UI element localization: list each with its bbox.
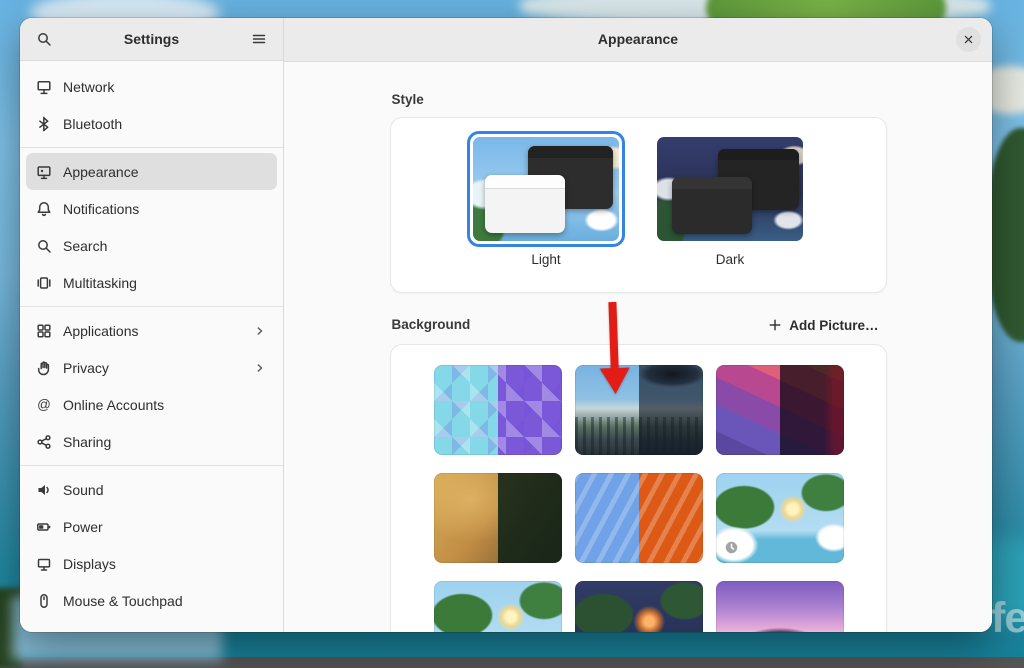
sidebar-item-label: Appearance: [63, 164, 267, 180]
main-pane: Appearance Style Light: [284, 18, 992, 632]
appearance-icon: [36, 164, 52, 180]
sidebar-item-applications[interactable]: Applications: [26, 312, 277, 349]
sidebar-item-privacy[interactable]: Privacy: [26, 349, 277, 386]
style-option-dark[interactable]: Dark: [651, 131, 809, 267]
add-picture-label: Add Picture…: [789, 318, 878, 333]
sidebar-item-label: Network: [63, 79, 267, 95]
sidebar-headerbar: Settings: [20, 18, 283, 61]
sidebar-item-label: Sound: [63, 482, 267, 498]
bluetooth-icon: [36, 116, 52, 132]
mouse-icon: [36, 593, 52, 609]
sidebar-item-label: Displays: [63, 556, 267, 572]
sidebar-item-network[interactable]: Network: [26, 68, 277, 105]
style-section-label: Style: [392, 92, 887, 108]
plus-icon: [768, 318, 782, 332]
multitasking-icon: [36, 275, 52, 291]
main-menu-button[interactable]: [243, 23, 275, 55]
sidebar-item-label: Multitasking: [63, 275, 267, 291]
sidebar-item-online-accounts[interactable]: @ Online Accounts: [26, 386, 277, 423]
sidebar-divider: [20, 147, 283, 148]
sidebar-item-sound[interactable]: Sound: [26, 471, 277, 508]
share-icon: [36, 434, 52, 450]
page-title: Appearance: [284, 18, 992, 61]
sidebar-item-appearance[interactable]: Appearance: [26, 153, 277, 190]
search-button[interactable]: [28, 23, 60, 55]
chevron-right-icon: [253, 324, 267, 338]
speaker-icon: [36, 482, 52, 498]
background-section-header: Background Add Picture…: [392, 315, 885, 335]
hand-icon: [36, 360, 52, 376]
wallpaper-watermark: fe: [991, 594, 1024, 643]
search-icon: [36, 238, 52, 254]
style-card: Light Dark: [390, 117, 887, 293]
light-style-preview: [473, 137, 619, 241]
sidebar-item-bluetooth[interactable]: Bluetooth: [26, 105, 277, 142]
style-option-light[interactable]: Light: [467, 131, 625, 267]
sidebar-item-label: Search: [63, 238, 267, 254]
sidebar-list: Network Bluetooth Appearance Notifications S…: [20, 61, 283, 626]
sidebar-item-label: Notifications: [63, 201, 267, 217]
background-thumbnail-layered-waves-magenta-dark-split[interactable]: [716, 365, 844, 455]
style-selection-frame: [651, 131, 809, 247]
style-option-label: Dark: [716, 252, 745, 267]
at-symbol-icon: @: [36, 397, 52, 413]
sidebar-divider: [20, 306, 283, 307]
sidebar-title: Settings: [64, 31, 239, 47]
main-headerbar: Appearance: [284, 18, 992, 62]
background-section-label: Background: [392, 317, 471, 333]
close-button[interactable]: [956, 27, 981, 52]
chevron-right-icon: [253, 361, 267, 375]
sidebar-item-search[interactable]: Search: [26, 227, 277, 264]
background-thumbnail-island-waves-sunrise[interactable]: [716, 473, 844, 563]
background-grid: [390, 344, 887, 632]
sidebar-item-sharing[interactable]: Sharing: [26, 423, 277, 460]
sidebar-item-label: Bluetooth: [63, 116, 267, 132]
background-thumbnail-city-skyline-day-night-split[interactable]: [575, 365, 703, 455]
close-icon: [963, 34, 974, 45]
sidebar-item-power[interactable]: Power: [26, 508, 277, 545]
sidebar-item-label: Privacy: [63, 360, 242, 376]
sidebar-item-label: Power: [63, 519, 267, 535]
app-grid-icon: [36, 323, 52, 339]
add-picture-button[interactable]: Add Picture…: [762, 316, 884, 335]
preview-window-front: [672, 177, 752, 234]
appearance-content: Style Light: [390, 62, 887, 632]
background-thumbnail-painted-gold-dark-green-split[interactable]: [434, 473, 562, 563]
style-selection-frame: [467, 131, 625, 247]
sidebar-item-displays[interactable]: Displays: [26, 545, 277, 582]
background-thumbnail-island-sunset-dark[interactable]: [575, 581, 703, 632]
annotation-arrow: [594, 301, 633, 394]
sidebar-item-multitasking[interactable]: Multitasking: [26, 264, 277, 301]
sidebar-item-notifications[interactable]: Notifications: [26, 190, 277, 227]
background-thumbnail-triangles-cyan-purple-split[interactable]: [434, 365, 562, 455]
sidebar-item-mouse-touchpad[interactable]: Mouse & Touchpad: [26, 582, 277, 619]
sidebar: Settings Network Bluetooth Appearance Notif…: [20, 18, 284, 632]
background-thumbnail-drips-blue-orange-split[interactable]: [575, 473, 703, 563]
settings-window: Settings Network Bluetooth Appearance Notif…: [20, 18, 992, 632]
display-icon: [36, 556, 52, 572]
preview-window-front: [485, 175, 565, 232]
sidebar-item-label: Sharing: [63, 434, 267, 450]
background-thumbnail-mountains-purple-sunset[interactable]: [716, 581, 844, 632]
sidebar-divider: [20, 465, 283, 466]
sidebar-item-label: Online Accounts: [63, 397, 267, 413]
dark-style-preview: [657, 137, 803, 241]
bell-icon: [36, 201, 52, 217]
style-option-label: Light: [531, 252, 560, 267]
background-thumbnail-island-sunrise-day[interactable]: [434, 581, 562, 632]
network-icon: [36, 79, 52, 95]
hamburger-menu-icon: [251, 31, 267, 47]
battery-icon: [36, 519, 52, 535]
clock-badge-icon: [723, 539, 740, 556]
sidebar-item-label: Applications: [63, 323, 242, 339]
sidebar-item-label: Mouse & Touchpad: [63, 593, 267, 609]
svg-text:@: @: [37, 397, 51, 412]
search-icon: [36, 31, 52, 47]
